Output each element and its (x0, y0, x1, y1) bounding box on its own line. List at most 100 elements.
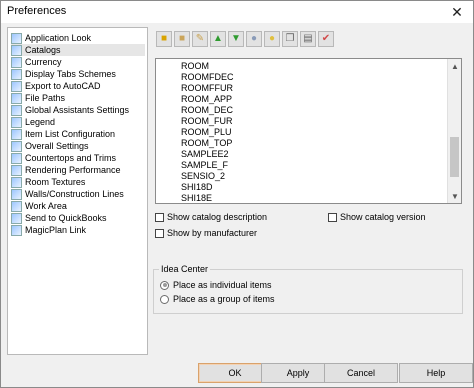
show-catalog-description-checkbox[interactable]: Show catalog description (155, 212, 267, 222)
arrow-up-icon: ▲ (213, 33, 223, 44)
sidebar-item-legend[interactable]: Legend (11, 116, 145, 128)
sidebar-item-catalogs[interactable]: Catalogs (11, 44, 145, 56)
sidebar-item-room-textures[interactable]: Room Textures (11, 176, 145, 188)
legend-icon (11, 116, 22, 128)
lightbulb-alt-icon: ● (268, 33, 276, 44)
application-look-icon (11, 32, 22, 44)
list-item[interactable]: SHI18D (181, 182, 213, 193)
file-paths-icon (11, 92, 22, 104)
preferences-window: Preferences ✕ Application Look Catalogs … (0, 0, 474, 388)
sidebar-item-label: Walls/Construction Lines (25, 189, 124, 199)
scroll-up-icon[interactable]: ▲ (448, 59, 462, 73)
export-autocad-icon (11, 80, 22, 92)
place-individual-radio[interactable]: Place as individual items (160, 280, 272, 290)
edit-folder-button[interactable]: ✎ (192, 31, 208, 47)
room-textures-icon (11, 176, 22, 188)
scrollbar-thumb[interactable] (450, 137, 459, 177)
properties-button[interactable]: ▤ (300, 31, 316, 47)
catalog-list-scrollbar[interactable]: ▲ ▼ (447, 59, 461, 203)
show-catalog-version-checkbox[interactable]: Show catalog version (328, 212, 426, 222)
radio-circle[interactable] (160, 280, 169, 290)
checkbox-label: Show catalog description (167, 212, 268, 222)
overall-settings-icon (11, 140, 22, 152)
group-title: Idea Center (159, 264, 211, 274)
sidebar-item-label: Export to AutoCAD (25, 81, 101, 91)
close-button[interactable]: ✕ (441, 1, 473, 23)
list-item[interactable]: ROOM_PLU (181, 127, 232, 138)
sidebar-item-magicplan-link[interactable]: MagicPlan Link (11, 224, 145, 236)
checkmark-icon: ✔ (321, 33, 331, 44)
sidebar-item-label: Catalogs (25, 45, 61, 55)
catalog-toolbar: ■ ■ ✎ ▲ ▼ ● ● ❐ ▤ ✔ (156, 31, 334, 49)
radio-label: Place as a group of items (173, 294, 275, 304)
close-icon: ✕ (451, 3, 463, 20)
place-group-radio[interactable]: Place as a group of items (160, 294, 275, 304)
item-list-icon (11, 128, 22, 140)
lightbulb-button[interactable]: ● (246, 31, 262, 47)
lightbulb-icon: ● (250, 33, 258, 44)
list-item[interactable]: SHI18E (181, 193, 212, 204)
sidebar-item-countertops-and-trims[interactable]: Countertops and Trims (11, 152, 145, 164)
list-item[interactable]: ROOM_TOP (181, 138, 232, 149)
sidebar-item-file-paths[interactable]: File Paths (11, 92, 145, 104)
copy-button[interactable]: ❐ (282, 31, 298, 47)
countertops-icon (11, 152, 22, 164)
list-item[interactable]: ROOM_DEC (181, 105, 233, 116)
sidebar-item-label: Display Tabs Schemes (25, 69, 116, 79)
sidebar-item-currency[interactable]: Currency (11, 56, 145, 68)
lightbulb-alt-button[interactable]: ● (264, 31, 280, 47)
sidebar-item-label: Currency (25, 57, 62, 67)
radio-circle[interactable] (160, 294, 169, 304)
sidebar-item-global-assistants[interactable]: Global Assistants Settings (11, 104, 145, 116)
help-button[interactable]: Help (399, 363, 473, 383)
sidebar-item-label: Application Look (25, 33, 92, 43)
show-by-manufacturer-checkbox[interactable]: Show by manufacturer (155, 228, 257, 238)
arrow-down-icon: ▼ (231, 33, 241, 44)
move-down-button[interactable]: ▼ (228, 31, 244, 47)
checkbox-box[interactable] (155, 212, 164, 222)
sidebar-item-label: Global Assistants Settings (25, 105, 130, 115)
sidebar-item-label: Item List Configuration (25, 129, 116, 139)
idea-center-group: Idea Center Place as individual items Pl… (153, 264, 463, 314)
cancel-button[interactable]: Cancel (324, 363, 398, 383)
list-item[interactable]: ROOMFDEC (181, 72, 234, 83)
list-item[interactable]: SAMPLEE2 (181, 149, 229, 160)
sidebar-item-label: Send to QuickBooks (25, 213, 107, 223)
sidebar-item-work-area[interactable]: Work Area (11, 200, 145, 212)
confirm-button[interactable]: ✔ (318, 31, 334, 47)
window-title: Preferences (7, 5, 67, 17)
folder-button[interactable]: ■ (174, 31, 190, 47)
sidebar-item-send-to-quickbooks[interactable]: Send to QuickBooks (11, 212, 145, 224)
catalogs-icon (11, 44, 22, 56)
magicplan-icon (11, 224, 22, 236)
sidebar-item-display-tabs-schemes[interactable]: Display Tabs Schemes (11, 68, 145, 80)
sidebar-item-walls-construction-lines[interactable]: Walls/Construction Lines (11, 188, 145, 200)
list-item[interactable]: ROOMFFUR (181, 83, 233, 94)
sidebar-item-label: MagicPlan Link (25, 225, 87, 235)
scroll-down-icon[interactable]: ▼ (448, 189, 462, 203)
sidebar-item-application-look[interactable]: Application Look (11, 32, 145, 44)
list-item[interactable]: ROOM_APP (181, 94, 232, 105)
catalog-list[interactable]: ROOM ROOMFDEC ROOMFFUR ROOM_APP ROOM_DEC… (155, 58, 462, 204)
checkbox-box[interactable] (155, 228, 164, 238)
move-up-button[interactable]: ▲ (210, 31, 226, 47)
sidebar-item-label: Overall Settings (25, 141, 89, 151)
sidebar-item-label: Rendering Performance (25, 165, 121, 175)
sidebar-item-overall-settings[interactable]: Overall Settings (11, 140, 145, 152)
sidebar-item-label: Countertops and Trims (25, 153, 117, 163)
open-folder-button[interactable]: ■ (156, 31, 172, 47)
display-tabs-icon (11, 68, 22, 80)
currency-icon (11, 56, 22, 68)
list-item[interactable]: SENSIO_2 (181, 171, 225, 182)
sidebar-item-label: Room Textures (25, 177, 86, 187)
list-item[interactable]: ROOM (181, 61, 209, 72)
list-item[interactable]: SAMPLE_F (181, 160, 228, 171)
sidebar-item-export-to-autocad[interactable]: Export to AutoCAD (11, 80, 145, 92)
sidebar-item-item-list-configuration[interactable]: Item List Configuration (11, 128, 145, 140)
preferences-category-list[interactable]: Application Look Catalogs Currency Displ… (7, 27, 148, 355)
list-item[interactable]: ROOM_FUR (181, 116, 233, 127)
checkbox-box[interactable] (328, 212, 337, 222)
work-area-icon (11, 200, 22, 212)
sidebar-item-label: Work Area (25, 201, 67, 211)
sidebar-item-rendering-performance[interactable]: Rendering Performance (11, 164, 145, 176)
